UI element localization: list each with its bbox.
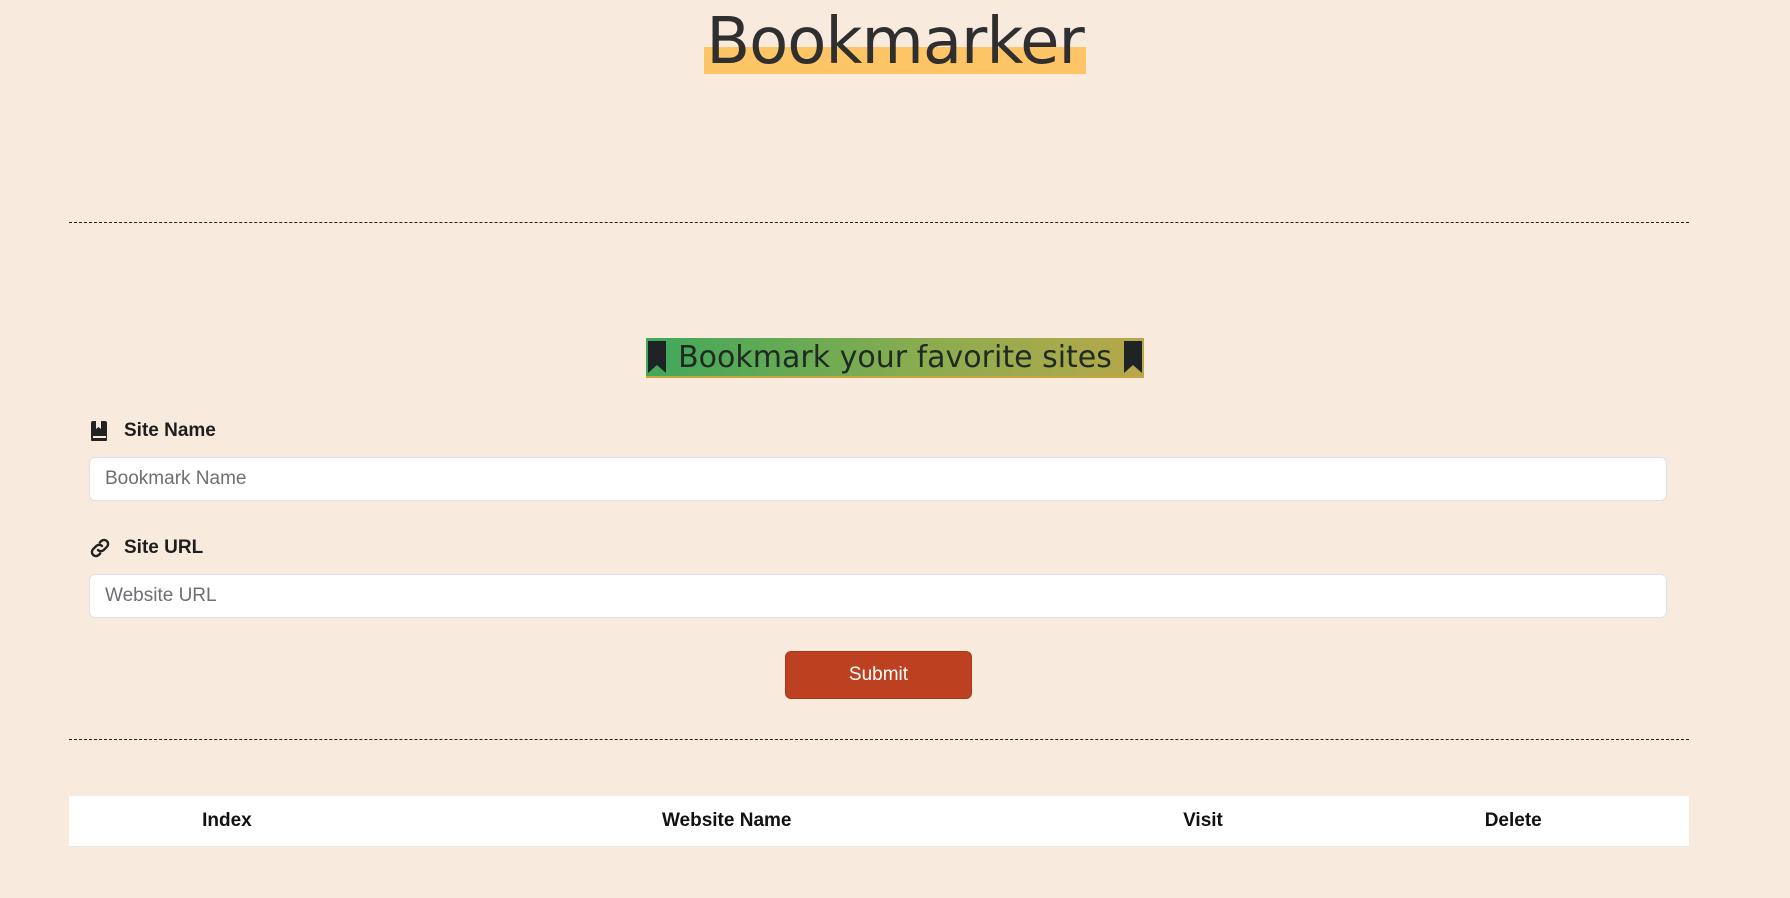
column-header-delete: Delete [1484,810,1542,831]
app-title: Bookmarker [704,5,1086,79]
bookmark-icon [648,341,667,373]
top-divider [69,222,1689,223]
site-url-label-text: Site URL [124,537,204,558]
form-heading: Bookmark your favorite sites [646,338,1144,378]
link-icon [90,538,110,558]
form-heading-text: Bookmark your favorite sites [678,339,1112,375]
column-header-index: Index [202,810,252,831]
site-name-label: Site Name [88,419,216,443]
column-header-visit: Visit [1183,810,1223,831]
book-bookmark-icon [91,421,107,441]
site-url-label: Site URL [88,536,203,560]
column-header-website-name: Website Name [661,810,792,831]
bookmarks-table: Index Website Name Visit Delete [69,796,1689,847]
site-url-input[interactable] [89,574,1667,618]
submit-button[interactable]: Submit [785,651,972,699]
site-name-input[interactable] [89,457,1667,501]
form-heading-wrap: Bookmark your favorite sites [0,338,1790,378]
table-header-row: Index Website Name Visit Delete [69,796,1689,847]
header: Bookmarker [0,10,1790,74]
bookmark-icon [1123,341,1142,373]
bottom-divider [69,739,1689,740]
site-name-label-text: Site Name [124,420,216,441]
